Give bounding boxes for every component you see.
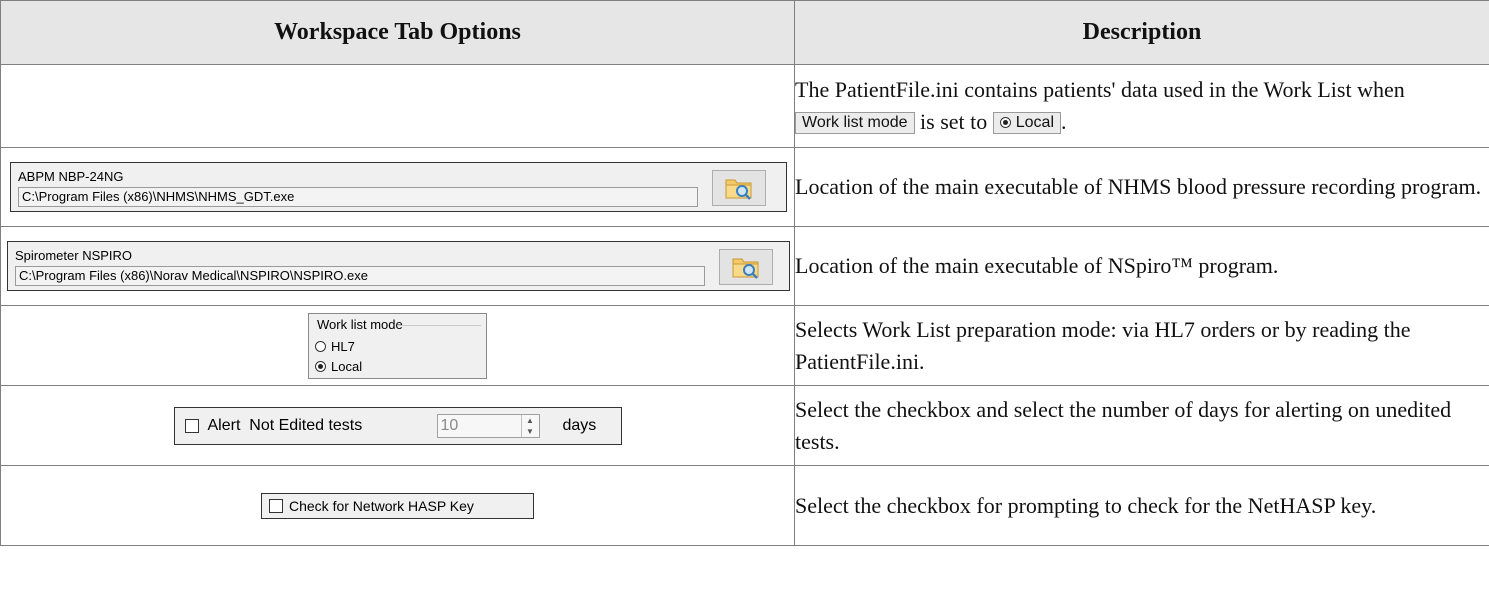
days-stepper[interactable]: 10 ▲ ▼ bbox=[436, 413, 540, 438]
description-text: . bbox=[1061, 109, 1067, 134]
table-row: The PatientFile.ini contains patients' d… bbox=[0, 64, 1489, 148]
local-radio-label: Local bbox=[992, 112, 1061, 134]
option-cell-empty bbox=[0, 64, 795, 148]
local-label: Local bbox=[331, 358, 363, 374]
abpm-browse-button[interactable] bbox=[712, 170, 766, 206]
local-label: Local bbox=[1015, 114, 1054, 131]
abpm-path-field[interactable]: C:\Program Files (x86)\NHMS\NHMS_GDT.exe bbox=[18, 187, 698, 207]
abpm-panel: ABPM NBP-24NG C:\Program Files (x86)\NHM… bbox=[10, 162, 787, 212]
radio-unselected-icon[interactable] bbox=[315, 340, 326, 352]
description-cell: The PatientFile.ini contains patients' d… bbox=[794, 64, 1489, 148]
description-text: Location of the main executable of NSpir… bbox=[795, 253, 1279, 278]
description-cell: Location of the main executable of NHMS … bbox=[794, 147, 1489, 227]
table-row: Alert Not Edited tests 10 ▲ ▼ days Selec… bbox=[0, 385, 1489, 466]
table-row: ABPM NBP-24NG C:\Program Files (x86)\NHM… bbox=[0, 147, 1489, 227]
hl7-label: HL7 bbox=[331, 338, 355, 354]
header-row: Workspace Tab Options Description bbox=[0, 0, 1489, 65]
spirometer-browse-button[interactable] bbox=[719, 249, 773, 285]
table-row: Work list mode HL7 Local Selects Work Li… bbox=[0, 305, 1489, 386]
hasp-label: Check for Network HASP Key bbox=[289, 497, 474, 514]
alert-not-edited-panel: Alert Not Edited tests 10 ▲ ▼ days bbox=[173, 406, 622, 445]
spirometer-path-field[interactable]: C:\Program Files (x86)\Norav Medical\NSP… bbox=[15, 266, 705, 286]
description-text: is set to bbox=[914, 109, 993, 134]
work-list-mode-label: Work list mode bbox=[795, 112, 915, 134]
option-cell: Check for Network HASP Key bbox=[0, 465, 795, 546]
description-text: Location of the main executable of NHMS … bbox=[795, 174, 1482, 199]
hl7-radio-option[interactable]: HL7 bbox=[315, 339, 355, 354]
abpm-label: ABPM NBP-24NG bbox=[18, 169, 124, 184]
stepper-up-icon[interactable]: ▲ bbox=[522, 415, 539, 426]
description-text: Select the checkbox for prompting to che… bbox=[795, 492, 1377, 518]
work-list-mode-legend: Work list mode bbox=[317, 316, 403, 332]
description-text: Selects Work List preparation mode: via … bbox=[795, 316, 1411, 374]
work-list-mode-group: Work list mode HL7 Local bbox=[308, 312, 487, 379]
days-unit-label: days bbox=[562, 416, 597, 434]
local-radio-option[interactable]: Local bbox=[315, 359, 362, 374]
option-cell: ABPM NBP-24NG C:\Program Files (x86)\NHM… bbox=[0, 147, 795, 227]
hasp-checkbox[interactable] bbox=[269, 498, 283, 513]
radio-selected-icon bbox=[999, 117, 1011, 128]
group-divider bbox=[397, 324, 481, 326]
description-cell: Selects Work List preparation mode: via … bbox=[794, 305, 1489, 386]
stepper-arrows[interactable]: ▲ ▼ bbox=[520, 414, 539, 437]
folder-search-icon bbox=[725, 179, 752, 200]
spirometer-panel: Spirometer NSPIRO C:\Program Files (x86)… bbox=[7, 241, 790, 291]
option-cell: Work list mode HL7 Local bbox=[0, 305, 795, 386]
options-table: Workspace Tab Options Description The Pa… bbox=[0, 0, 1489, 546]
option-cell: Spirometer NSPIRO C:\Program Files (x86)… bbox=[0, 226, 795, 306]
description-text: Select the checkbox and select the numbe… bbox=[795, 396, 1452, 454]
description-text: The PatientFile.ini contains patients' d… bbox=[795, 77, 1405, 102]
alert-label: Alert Not Edited tests bbox=[207, 416, 363, 434]
header-options: Workspace Tab Options bbox=[0, 0, 795, 65]
days-value: 10 bbox=[440, 416, 459, 434]
description-cell: Select the checkbox for prompting to che… bbox=[794, 465, 1489, 546]
spirometer-label: Spirometer NSPIRO bbox=[15, 248, 133, 263]
network-hasp-panel: Check for Network HASP Key bbox=[261, 492, 534, 519]
description-cell: Select the checkbox and select the numbe… bbox=[794, 385, 1489, 466]
radio-selected-icon[interactable] bbox=[315, 360, 326, 372]
table-row: Check for Network HASP Key Select the ch… bbox=[0, 465, 1489, 546]
option-cell: Alert Not Edited tests 10 ▲ ▼ days bbox=[0, 385, 795, 466]
alert-checkbox[interactable] bbox=[184, 418, 199, 433]
header-description: Description bbox=[794, 0, 1489, 65]
folder-search-icon bbox=[732, 258, 759, 279]
description-cell: Location of the main executable of NSpir… bbox=[794, 226, 1489, 306]
table-row: Spirometer NSPIRO C:\Program Files (x86)… bbox=[0, 226, 1489, 306]
stepper-down-icon[interactable]: ▼ bbox=[522, 426, 539, 437]
